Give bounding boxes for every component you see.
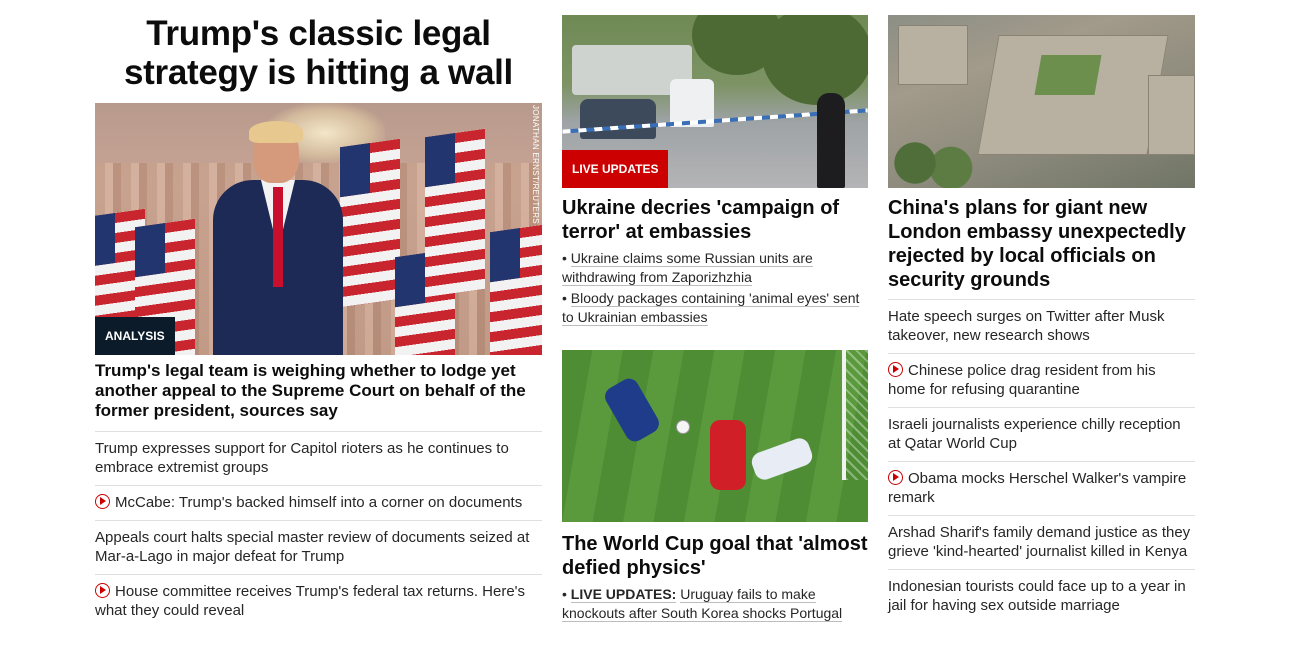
world-cup-image[interactable]	[562, 350, 868, 522]
ukraine-story-headline[interactable]: Ukraine decries 'campaign of terror' at …	[562, 196, 868, 244]
story-link[interactable]: Hate speech surges on Twitter after Musk…	[888, 308, 1165, 344]
story-link[interactable]: House committee receives Trump's federal…	[95, 583, 525, 619]
player-figure	[710, 420, 746, 490]
trees-graphic	[888, 138, 978, 188]
list-item[interactable]: Arshad Sharif's family demand justice as…	[888, 516, 1195, 570]
list-item[interactable]: Trump expresses support for Capitol riot…	[95, 432, 542, 486]
play-video-icon	[888, 470, 903, 485]
embassy-story-headline[interactable]: China's plans for giant new London embas…	[888, 196, 1195, 300]
building-graphic	[1148, 75, 1195, 155]
tree-graphic	[762, 15, 868, 105]
bullet-link[interactable]: • LIVE UPDATES: Uruguay fails to make kn…	[562, 585, 868, 623]
lead-story-image[interactable]: JONATHAN ERNST/REUTERS ANALYSIS	[95, 103, 542, 355]
image-credit: JONATHAN ERNST/REUTERS	[531, 105, 540, 224]
play-video-icon	[95, 583, 110, 598]
story-link[interactable]: Indonesian tourists could face up to a y…	[888, 578, 1186, 614]
lead-story-column: Trump's classic legal strategy is hittin…	[95, 0, 542, 628]
play-video-icon	[888, 362, 903, 377]
story-link[interactable]: McCabe: Trump's backed himself into a co…	[115, 494, 522, 511]
list-item[interactable]: Indonesian tourists could face up to a y…	[888, 570, 1195, 623]
bullet-link[interactable]: • Ukraine claims some Russian units are …	[562, 249, 868, 287]
person-figure	[213, 121, 353, 355]
car-graphic	[580, 99, 656, 139]
story-link[interactable]: Obama mocks Herschel Walker's vampire re…	[888, 470, 1186, 506]
middle-column: LIVE UPDATES Ukraine decries 'campaign o…	[562, 0, 868, 623]
ball-graphic	[676, 420, 690, 434]
play-video-icon	[95, 494, 110, 509]
list-item[interactable]: Chinese police drag resident from his ho…	[888, 354, 1195, 408]
embassy-aerial-image[interactable]	[888, 15, 1195, 188]
list-item[interactable]: McCabe: Trump's backed himself into a co…	[95, 486, 542, 521]
story-link[interactable]: Appeals court halts special master revie…	[95, 529, 529, 565]
player-figure	[749, 435, 815, 483]
list-item[interactable]: House committee receives Trump's federal…	[95, 575, 542, 628]
lead-story-headline[interactable]: Trump's legal team is weighing whether t…	[95, 361, 542, 432]
ukraine-embassy-image[interactable]: LIVE UPDATES	[562, 15, 868, 188]
story-link[interactable]: Trump expresses support for Capitol riot…	[95, 440, 509, 476]
right-column: China's plans for giant new London embas…	[888, 0, 1195, 623]
live-updates-tag: LIVE UPDATES	[562, 150, 669, 188]
analysis-tag: ANALYSIS	[95, 317, 175, 355]
goal-net-graphic	[842, 350, 868, 480]
lead-banner-headline[interactable]: Trump's classic legal strategy is hittin…	[95, 0, 542, 103]
story-link[interactable]: Arshad Sharif's family demand justice as…	[888, 524, 1190, 560]
building-graphic	[977, 35, 1169, 155]
list-item[interactable]: Appeals court halts special master revie…	[95, 521, 542, 575]
list-item[interactable]: Obama mocks Herschel Walker's vampire re…	[888, 462, 1195, 516]
building-graphic	[898, 25, 968, 85]
flag-graphic	[425, 128, 485, 298]
player-figure	[601, 375, 663, 445]
officer-figure	[817, 93, 845, 188]
flag-graphic	[490, 223, 542, 355]
list-item[interactable]: Hate speech surges on Twitter after Musk…	[888, 300, 1195, 354]
related-story-list: Trump expresses support for Capitol riot…	[95, 432, 542, 628]
story-link[interactable]: Israeli journalists experience chilly re…	[888, 416, 1181, 452]
story-link[interactable]: Chinese police drag resident from his ho…	[888, 362, 1156, 398]
related-story-list: Hate speech surges on Twitter after Musk…	[888, 300, 1195, 623]
bullet-link[interactable]: • Bloody packages containing 'animal eye…	[562, 289, 868, 327]
list-item[interactable]: Israeli journalists experience chilly re…	[888, 408, 1195, 462]
green-roof-graphic	[1034, 55, 1102, 95]
world-cup-story-headline[interactable]: The World Cup goal that 'almost defied p…	[562, 532, 868, 580]
